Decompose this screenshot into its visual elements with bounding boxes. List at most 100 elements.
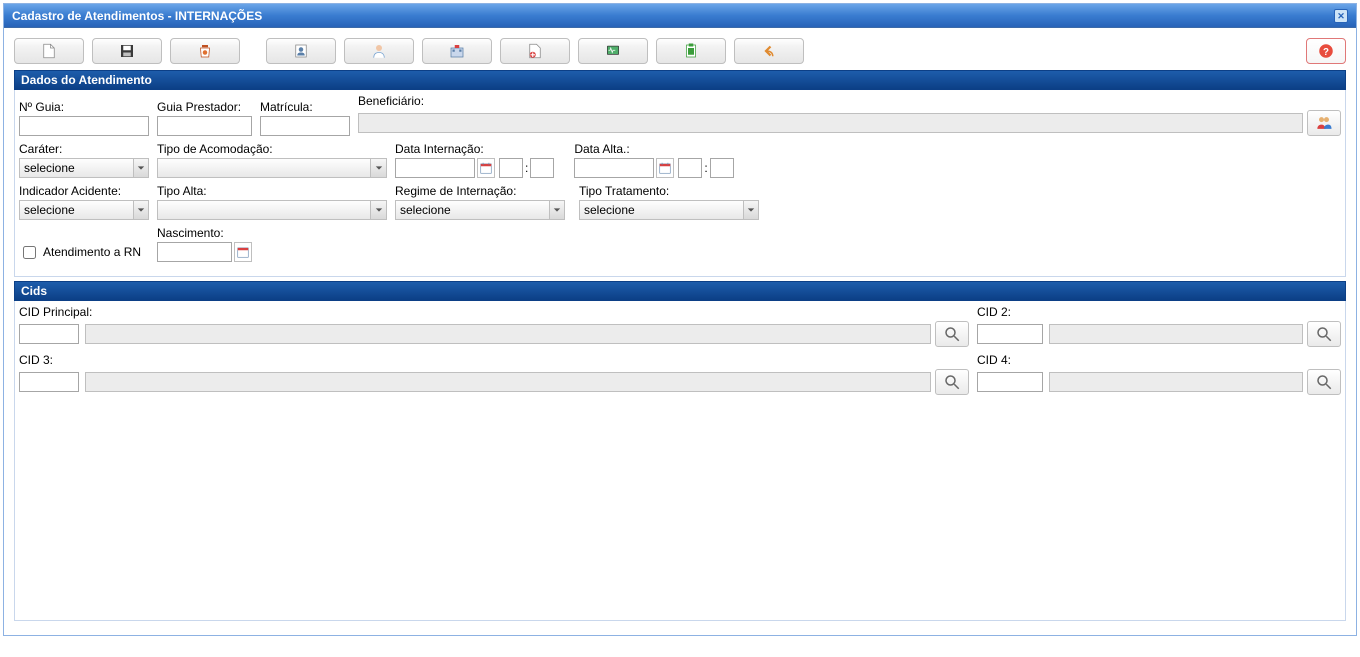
titlebar: Cadastro de Atendimentos - INTERNAÇÕES ✕ [4,4,1356,28]
indicadoracidente-label: Indicador Acidente: [19,184,149,198]
datainternacao-cal-button[interactable] [477,158,495,178]
cid3-desc-input [85,372,931,392]
hospital-button[interactable] [422,38,492,64]
section-dados-header: Dados do Atendimento [14,70,1346,90]
save-icon [118,42,136,60]
tipoacomod-combo[interactable] [157,158,387,178]
people-search-icon [1314,113,1334,133]
back-button[interactable] [734,38,804,64]
close-icon[interactable]: ✕ [1334,9,1348,23]
search-icon [943,325,961,343]
carater-combo[interactable] [19,158,149,178]
section-cids-header: Cids [14,281,1346,301]
dropdown-trigger[interactable] [133,200,149,220]
monitor-icon [604,42,622,60]
beneficiario-search-button[interactable] [1307,110,1341,136]
datainternacao-input[interactable] [395,158,475,178]
cidprincipal-search-button[interactable] [935,321,969,347]
search-icon [1315,325,1333,343]
nguia-input[interactable] [19,116,149,136]
time-sep: : [525,161,528,175]
hospital-icon [448,42,466,60]
page-icon [40,42,58,60]
guiaprestador-label: Guia Prestador: [157,100,252,114]
datainternacao-label: Data Internação: [395,142,554,156]
cid2-label: CID 2: [977,305,1341,319]
section-cids-body: CID Principal: CID 2: [14,301,1346,621]
cid3-search-button[interactable] [935,369,969,395]
dataalta-min-input[interactable] [710,158,734,178]
dataalta-hour-input[interactable] [678,158,702,178]
regimeint-label: Regime de Internação: [395,184,565,198]
nascimento-cal-button[interactable] [234,242,252,262]
doc-button[interactable] [656,38,726,64]
dropdown-trigger[interactable] [370,158,387,178]
carater-label: Caráter: [19,142,149,156]
cid3-code-input[interactable] [19,372,79,392]
atendimentorn-checkbox[interactable] [23,246,36,259]
cid2-desc-input [1049,324,1303,344]
dataalta-input[interactable] [574,158,654,178]
doctor-icon [370,42,388,60]
help-button[interactable]: ? [1306,38,1346,64]
cid2-code-input[interactable] [977,324,1043,344]
dataalta-label: Data Alta.: [574,142,733,156]
dataalta-cal-button[interactable] [656,158,674,178]
back-icon [760,42,778,60]
dropdown-trigger[interactable] [743,200,759,220]
profile-button[interactable] [266,38,336,64]
add-proc-button[interactable] [500,38,570,64]
cid4-label: CID 4: [977,353,1341,367]
dropdown-trigger[interactable] [133,158,149,178]
tipoalta-combo[interactable] [157,200,387,220]
matricula-label: Matrícula: [260,100,350,114]
tipoalta-label: Tipo Alta: [157,184,387,198]
search-icon [943,373,961,391]
toolbar: ? [14,38,1346,64]
section-dados-body: Nº Guia: Guia Prestador: Matrícula: Bene… [14,90,1346,277]
cid3-label: CID 3: [19,353,969,367]
time-sep: : [704,161,707,175]
page-plus-icon [526,42,544,60]
help-icon: ? [1317,42,1335,60]
beneficiario-input [358,113,1303,133]
clipboard-icon [682,42,700,60]
atendimentorn-label: Atendimento a RN [43,245,141,259]
cidprincipal-code-input[interactable] [19,324,79,344]
calendar-icon [479,161,493,175]
cid4-code-input[interactable] [977,372,1043,392]
tipoacomod-label: Tipo de Acomodação: [157,142,387,156]
tipotrat-label: Tipo Tratamento: [579,184,759,198]
datainternacao-min-input[interactable] [530,158,554,178]
search-icon [1315,373,1333,391]
svg-text:?: ? [1323,47,1329,58]
window-title: Cadastro de Atendimentos - INTERNAÇÕES [12,4,262,28]
cid4-search-button[interactable] [1307,369,1341,395]
regimeint-combo[interactable] [395,200,565,220]
nascimento-label: Nascimento: [157,226,267,240]
beneficiario-label: Beneficiário: [358,94,1341,108]
calendar-icon [236,245,250,259]
new-button[interactable] [14,38,84,64]
datainternacao-hour-input[interactable] [499,158,523,178]
dropdown-trigger[interactable] [370,200,387,220]
monitor-button[interactable] [578,38,648,64]
trash-icon [196,42,214,60]
calendar-icon [658,161,672,175]
profile-icon [292,42,310,60]
cid4-desc-input [1049,372,1303,392]
dropdown-trigger[interactable] [549,200,565,220]
cidprincipal-desc-input [85,324,931,344]
cidprincipal-label: CID Principal: [19,305,969,319]
tipotrat-combo[interactable] [579,200,759,220]
cid2-search-button[interactable] [1307,321,1341,347]
indicadoracidente-combo[interactable] [19,200,149,220]
matricula-input[interactable] [260,116,350,136]
nascimento-input[interactable] [157,242,232,262]
professional-button[interactable] [344,38,414,64]
window: Cadastro de Atendimentos - INTERNAÇÕES ✕ [3,3,1357,636]
nguia-label: Nº Guia: [19,100,149,114]
delete-button[interactable] [170,38,240,64]
save-button[interactable] [92,38,162,64]
guiaprestador-input[interactable] [157,116,252,136]
